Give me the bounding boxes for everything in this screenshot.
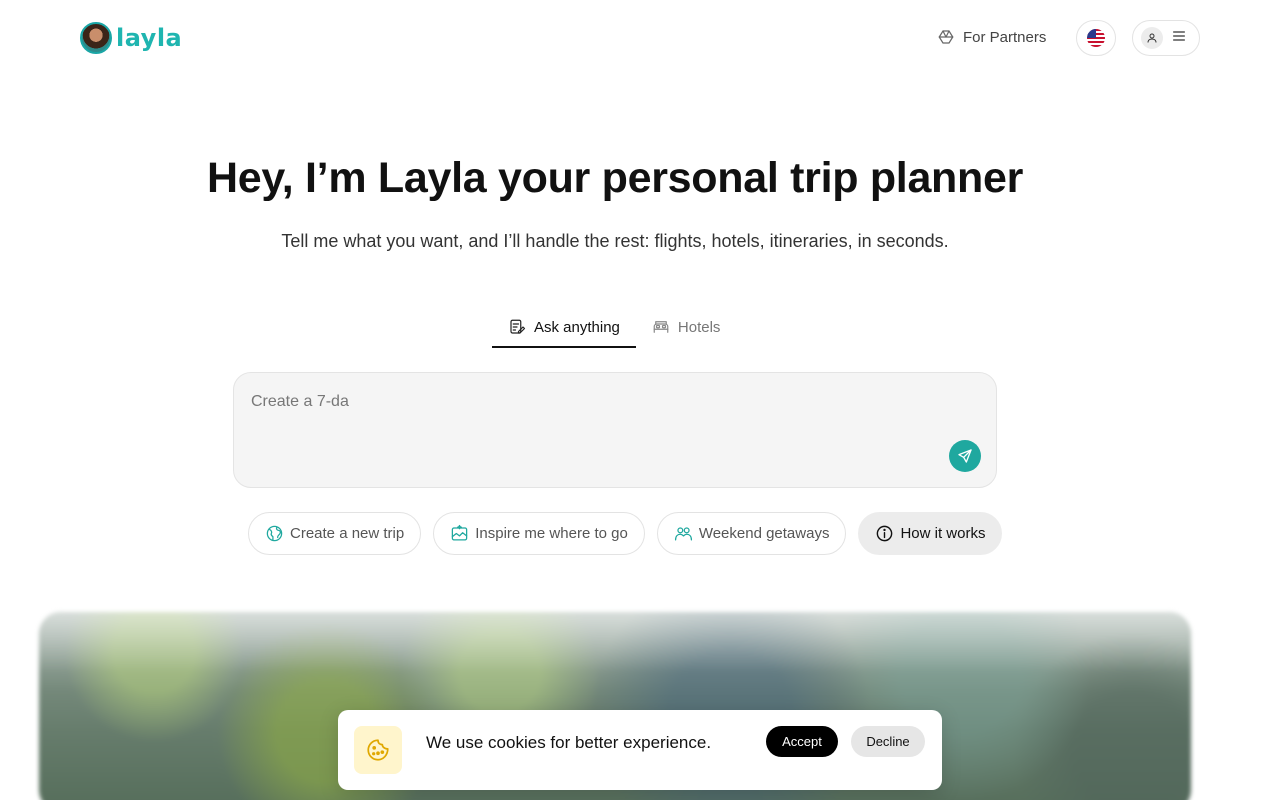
chip-how-it-works[interactable]: How it works bbox=[858, 512, 1003, 555]
tab-hotels-label: Hotels bbox=[677, 318, 721, 336]
accept-cookies-button[interactable]: Accept bbox=[766, 726, 838, 757]
chip-label: Weekend getaways bbox=[698, 525, 830, 542]
trip-prompt-input[interactable]: Create a 7-da bbox=[233, 372, 997, 488]
handshake-icon bbox=[938, 30, 954, 44]
hamburger-menu-icon bbox=[1171, 28, 1187, 49]
chip-inspire-me[interactable]: Inspire me where to go bbox=[433, 512, 645, 555]
decline-cookies-button[interactable]: Decline bbox=[851, 726, 925, 757]
us-flag-icon bbox=[1087, 29, 1105, 47]
send-icon bbox=[958, 449, 972, 463]
suggestion-chips: Create a new trip Inspire me where to go… bbox=[248, 512, 1003, 555]
tab-ask-anything-label: Ask anything bbox=[534, 318, 620, 336]
chip-label: Inspire me where to go bbox=[475, 525, 628, 542]
brand-name: layla bbox=[116, 24, 183, 52]
people-icon bbox=[674, 527, 692, 541]
sparkle-map-icon bbox=[451, 524, 468, 541]
globe-icon bbox=[266, 525, 283, 542]
language-selector[interactable] bbox=[1076, 20, 1116, 56]
cookie-message: We use cookies for better experience. bbox=[426, 733, 712, 752]
header: layla For Partners bbox=[0, 0, 1280, 76]
send-button[interactable] bbox=[949, 440, 981, 472]
account-menu-button[interactable] bbox=[1132, 20, 1200, 56]
layla-logo[interactable]: layla bbox=[80, 22, 182, 54]
chip-label: How it works bbox=[900, 525, 986, 542]
mode-tabs: Ask anything Hotels bbox=[492, 308, 736, 348]
user-icon bbox=[1141, 27, 1163, 49]
cookie-banner: We use cookies for better experience. Ac… bbox=[338, 710, 942, 790]
tab-ask-anything[interactable]: Ask anything bbox=[492, 308, 636, 348]
edit-note-icon bbox=[510, 319, 526, 334]
chip-weekend-getaways[interactable]: Weekend getaways bbox=[656, 512, 847, 555]
bed-icon bbox=[653, 321, 669, 333]
for-partners-link[interactable]: For Partners bbox=[937, 28, 1046, 46]
info-icon bbox=[877, 525, 893, 542]
tab-hotels[interactable]: Hotels bbox=[636, 308, 737, 348]
for-partners-label: For Partners bbox=[963, 28, 1047, 46]
prompt-typed-text: Create a 7-da bbox=[251, 393, 349, 410]
hero-title: Hey, I’m Layla your personal trip planne… bbox=[206, 154, 1024, 202]
chip-create-new-trip[interactable]: Create a new trip bbox=[248, 512, 422, 555]
hero-subtitle: Tell me what you want, and I’ll handle t… bbox=[281, 231, 949, 251]
layla-avatar-icon bbox=[80, 22, 112, 54]
chip-label: Create a new trip bbox=[290, 525, 405, 542]
cookie-icon bbox=[354, 726, 402, 774]
